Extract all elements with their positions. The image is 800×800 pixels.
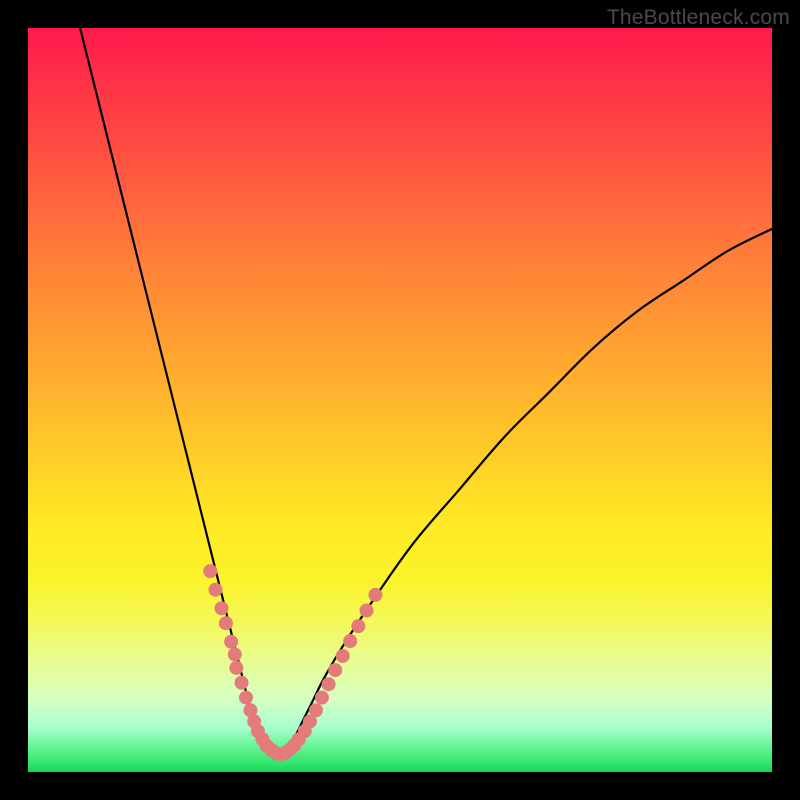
data-dot — [360, 604, 374, 618]
chart-frame: TheBottleneck.com — [0, 0, 800, 800]
data-dot — [343, 634, 357, 648]
scatter-group — [203, 564, 274, 753]
data-dot — [351, 619, 365, 633]
data-dot — [228, 647, 242, 661]
data-dot — [239, 691, 253, 705]
watermark-text: TheBottleneck.com — [607, 6, 790, 30]
data-dot — [368, 588, 382, 602]
scatter-group — [298, 588, 383, 738]
data-dot — [322, 677, 336, 691]
data-dot — [235, 676, 249, 690]
plot-area — [28, 28, 772, 772]
data-dot — [219, 616, 233, 630]
data-dot — [229, 661, 243, 675]
data-dot — [224, 635, 238, 649]
data-dot — [203, 564, 217, 578]
data-dot — [315, 691, 329, 705]
data-dot — [328, 663, 342, 677]
curve-path — [80, 28, 772, 757]
data-dot — [214, 601, 228, 615]
data-dot — [208, 583, 222, 597]
scatter-group — [265, 732, 306, 761]
data-dot — [309, 703, 323, 717]
plot-svg — [28, 28, 772, 772]
data-dot — [336, 649, 350, 663]
